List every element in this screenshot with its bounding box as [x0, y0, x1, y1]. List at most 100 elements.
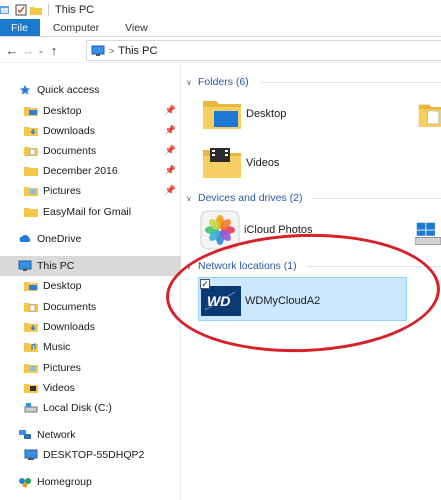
nav-item-december-2016[interactable]: December 2016 📌 — [0, 161, 181, 181]
nav-item-desktop-computer[interactable]: DESKTOP-55DHQP2 — [0, 445, 181, 465]
nav-item-desktop-quick[interactable]: Desktop 📌 — [0, 101, 181, 121]
desktop-folder-icon — [203, 101, 241, 129]
folder-icon — [24, 208, 38, 217]
nav-label: DESKTOP-55DHQP2 — [43, 449, 145, 461]
folder-label: Videos — [246, 157, 280, 169]
device-tile-icloud-photos[interactable]: iCloud Photos — [200, 210, 340, 250]
back-arrow-icon[interactable]: ← — [4, 43, 20, 58]
group-divider — [306, 266, 441, 267]
wd-logo-icon: WD — [201, 286, 241, 316]
nav-item-pictures[interactable]: Pictures — [0, 358, 181, 378]
group-title: Folders (6) — [198, 76, 249, 88]
documents-folder-icon[interactable] — [418, 98, 441, 132]
ribbon-tabs: File Computer View — [0, 19, 441, 37]
nav-item-music[interactable]: Music — [0, 337, 181, 357]
videos-folder-icon — [24, 384, 38, 393]
nav-item-downloads[interactable]: Downloads — [0, 317, 181, 337]
this-pc-icon — [91, 45, 105, 56]
address-input[interactable]: > This PC — [86, 40, 441, 61]
nav-item-downloads-quick[interactable]: Downloads 📌 — [0, 121, 181, 141]
icloud-photos-icon — [200, 210, 240, 250]
group-header-folders[interactable]: ∨ Folders (6) — [186, 74, 441, 90]
chevron-down-icon[interactable]: ∨ — [186, 262, 198, 271]
nav-label: Documents — [43, 301, 97, 313]
pin-icon[interactable]: 📌 — [165, 145, 176, 156]
breadcrumb-chevron-icon[interactable]: > — [109, 46, 114, 56]
folder-icon — [24, 167, 38, 176]
tab-view[interactable]: View — [112, 19, 161, 36]
nav-label: Quick access — [37, 84, 100, 96]
nav-item-quick-access[interactable]: Quick access — [0, 80, 181, 100]
group-header-devices[interactable]: ∨ Devices and drives (2) — [186, 190, 441, 206]
documents-folder-icon — [24, 303, 38, 312]
pictures-folder-icon — [24, 364, 38, 373]
nav-item-homegroup[interactable]: Homegroup — [0, 472, 181, 492]
network-location-label: WDMyCloudA2 — [245, 295, 321, 307]
nav-item-desktop[interactable]: Desktop — [0, 276, 181, 296]
properties-icon[interactable] — [0, 4, 12, 16]
downloads-folder-icon — [24, 127, 38, 136]
documents-folder-icon — [24, 147, 38, 156]
music-folder-icon — [24, 343, 38, 352]
folder-label: Desktop — [246, 108, 287, 120]
nav-item-network[interactable]: Network — [0, 425, 181, 445]
address-bar: ← → ⌄ ↑ > This PC — [0, 38, 441, 63]
nav-item-documents[interactable]: Documents — [0, 297, 181, 317]
nav-label: Videos — [43, 382, 75, 394]
pictures-folder-icon — [24, 187, 38, 196]
window-title: This PC — [55, 3, 95, 16]
navigation-pane: Quick access Desktop 📌 Downloads 📌 Docum… — [0, 64, 181, 500]
nav-item-documents-quick[interactable]: Documents 📌 — [0, 141, 181, 161]
tab-file[interactable]: File — [0, 19, 40, 36]
folder-tile-videos[interactable]: Videos — [202, 144, 332, 182]
nav-label: EasyMail for Gmail — [43, 206, 132, 218]
breadcrumb-this-pc[interactable]: This PC — [118, 45, 157, 57]
desktop-folder-icon — [24, 107, 38, 116]
wd-logo-text: WD — [207, 293, 230, 309]
up-arrow-icon[interactable]: ↑ — [46, 43, 62, 58]
nav-label: Downloads — [43, 125, 95, 137]
folder-icon — [30, 6, 42, 15]
nav-label: Pictures — [43, 362, 81, 374]
nav-label: Network — [37, 429, 76, 441]
nav-item-pictures-quick[interactable]: Pictures 📌 — [0, 181, 181, 201]
group-title: Network locations (1) — [198, 260, 297, 272]
downloads-folder-icon — [24, 323, 38, 332]
recent-locations-chevron-icon[interactable]: ⌄ — [36, 46, 46, 55]
nav-item-this-pc[interactable]: This PC — [0, 256, 181, 276]
pin-icon[interactable]: 📌 — [165, 125, 176, 136]
forward-arrow-icon[interactable]: → — [20, 43, 36, 58]
videos-folder-icon — [203, 148, 241, 178]
item-checkbox[interactable]: ✓ — [200, 279, 210, 289]
this-pc-icon — [18, 260, 32, 271]
nav-label: Desktop — [43, 105, 82, 117]
pin-icon[interactable]: 📌 — [165, 165, 176, 176]
chevron-down-icon[interactable]: ∨ — [186, 78, 198, 87]
nav-label: OneDrive — [37, 233, 82, 245]
nav-label: Desktop — [43, 280, 82, 292]
chevron-down-icon[interactable]: ∨ — [186, 194, 198, 203]
nav-label: December 2016 — [43, 165, 118, 177]
nav-label: Homegroup — [37, 476, 92, 488]
device-label: iCloud Photos — [244, 224, 313, 236]
network-tile-wdmycloud[interactable]: ✓ WD WDMyCloudA2 — [198, 277, 407, 321]
nav-label: Music — [43, 341, 71, 353]
checkbox-icon[interactable] — [15, 4, 27, 16]
nav-label: Downloads — [43, 321, 95, 333]
tab-computer[interactable]: Computer — [40, 19, 112, 36]
title-bar: This PC — [0, 0, 441, 19]
group-header-network-locations[interactable]: ∨ Network locations (1) — [186, 258, 441, 274]
pin-icon[interactable]: 📌 — [165, 185, 176, 196]
computer-icon — [24, 449, 38, 460]
desktop-folder-icon — [24, 282, 38, 291]
nav-item-local-disk[interactable]: Local Disk (C:) — [0, 398, 181, 418]
group-title: Devices and drives (2) — [198, 192, 303, 204]
star-icon — [19, 84, 31, 95]
nav-label: Documents — [43, 145, 97, 157]
nav-item-easymail[interactable]: EasyMail for Gmail — [0, 202, 181, 222]
nav-item-videos[interactable]: Videos — [0, 378, 181, 398]
nav-item-onedrive[interactable]: OneDrive — [0, 229, 181, 249]
pin-icon[interactable]: 📌 — [165, 105, 176, 116]
local-disk-icon[interactable] — [415, 220, 441, 248]
folder-tile-desktop[interactable]: Desktop — [202, 94, 332, 134]
